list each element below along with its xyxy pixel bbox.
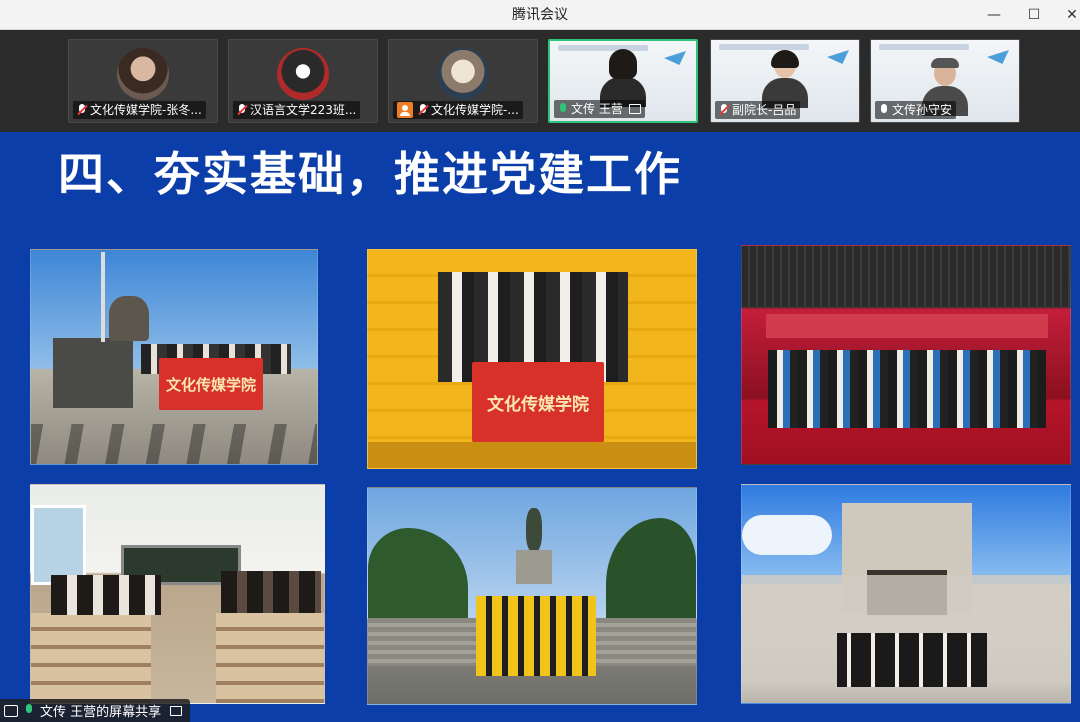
- ceiling-truss: [742, 246, 1070, 306]
- video-person: [600, 49, 646, 107]
- shared-slide: 四、夯实基础，推进党建工作 文化传媒学院 文化传媒学院: [0, 132, 1080, 722]
- fullscreen-icon[interactable]: [170, 705, 183, 716]
- participant-tile-6[interactable]: 文传孙守安: [870, 39, 1020, 123]
- ground-shadows: [31, 424, 317, 464]
- participant-avatar: [437, 48, 489, 100]
- close-button[interactable]: ✕: [1052, 0, 1080, 30]
- students-yellow-vests: [476, 596, 596, 676]
- mic-on-icon: [558, 102, 568, 116]
- photo-gate-museum: [741, 484, 1071, 704]
- screen-share-icon: [4, 704, 18, 717]
- participant-name: 汉语言文学223班...: [250, 103, 357, 117]
- participant-tile-3[interactable]: 文化传媒学院-...: [388, 39, 538, 123]
- photo-stage-group: [741, 245, 1071, 465]
- group-in-suits: [837, 633, 987, 687]
- mic-icon: [879, 103, 889, 117]
- video-person: [762, 50, 808, 108]
- participant-name: 文传 王营: [571, 102, 623, 116]
- mic-muted-icon: [719, 103, 729, 117]
- participant-label: 副院长-吕品: [715, 101, 801, 119]
- participant-name: 文化传媒学院-...: [431, 103, 519, 117]
- students-left: [51, 575, 161, 615]
- screen-share-bar[interactable]: 文传 王营的屏幕共享: [0, 699, 191, 722]
- participant-tile-2[interactable]: 汉语言文学223班...: [228, 39, 378, 123]
- desks-left: [31, 613, 151, 703]
- participant-name: 文传孙守安: [892, 103, 953, 117]
- photo-yellow-steps: 文化传媒学院: [367, 249, 697, 469]
- group-photo-crowd: [768, 350, 1046, 428]
- window-title: 腾讯会议: [512, 7, 568, 23]
- video-banner: [879, 44, 969, 50]
- photo-classroom: [30, 484, 325, 704]
- slide-title: 四、夯实基础，推进党建工作: [58, 147, 682, 201]
- participant-label: 文化传媒学院-...: [393, 101, 523, 119]
- window: [31, 505, 86, 585]
- mic-muted-icon: [77, 103, 87, 117]
- participant-tile-4[interactable]: 文传 王营: [548, 39, 698, 123]
- participant-avatar: [117, 48, 169, 100]
- ground: [368, 442, 696, 468]
- maximize-button[interactable]: ☐: [1014, 0, 1054, 30]
- lamp-post: [101, 252, 105, 342]
- screen-share-icon: [628, 104, 641, 114]
- trees-left: [368, 528, 468, 628]
- mic-muted-icon: [237, 103, 247, 117]
- video-banner: [719, 44, 809, 50]
- participant-label: 文化传媒学院-张冬...: [73, 101, 206, 119]
- trees-right: [606, 518, 696, 628]
- statue: [526, 508, 542, 552]
- photo-monument-flag: 文化传媒学院: [30, 249, 318, 465]
- user-icon: [397, 102, 413, 118]
- participant-label: 文传孙守安: [875, 101, 957, 119]
- mic-on-icon: [24, 704, 34, 717]
- wall: [742, 575, 1070, 635]
- memorial-stone: [53, 338, 133, 408]
- mic-muted-icon: [418, 103, 428, 117]
- students-right: [221, 571, 321, 613]
- cloud: [742, 515, 832, 555]
- stage-banner: [766, 314, 1048, 338]
- participant-label: 文传 王营: [554, 100, 645, 118]
- red-flag: 文化传媒学院: [159, 358, 263, 410]
- share-text: 文传 王营的屏幕共享: [40, 705, 162, 720]
- pedestal: [516, 550, 552, 584]
- participant-label: 汉语言文学223班...: [233, 101, 361, 119]
- participant-avatar: [277, 48, 329, 100]
- statue-figure: [109, 296, 149, 341]
- red-flag: 文化传媒学院: [472, 362, 604, 442]
- participant-name: 文化传媒学院-张冬...: [90, 103, 202, 117]
- participant-name: 副院长-吕品: [732, 103, 797, 117]
- participant-tile-5[interactable]: 副院长-吕品: [710, 39, 860, 123]
- minimize-button[interactable]: —: [974, 0, 1014, 30]
- participant-tile-1[interactable]: 文化传媒学院-张冬...: [68, 39, 218, 123]
- participant-strip: 文化传媒学院-张冬... 汉语言文学223班... 文化传媒学院-... 文传 …: [0, 30, 1080, 132]
- desks-right: [216, 613, 324, 703]
- photo-statue-square: [367, 487, 697, 705]
- title-bar: 腾讯会议 — ☐ ✕: [0, 0, 1080, 30]
